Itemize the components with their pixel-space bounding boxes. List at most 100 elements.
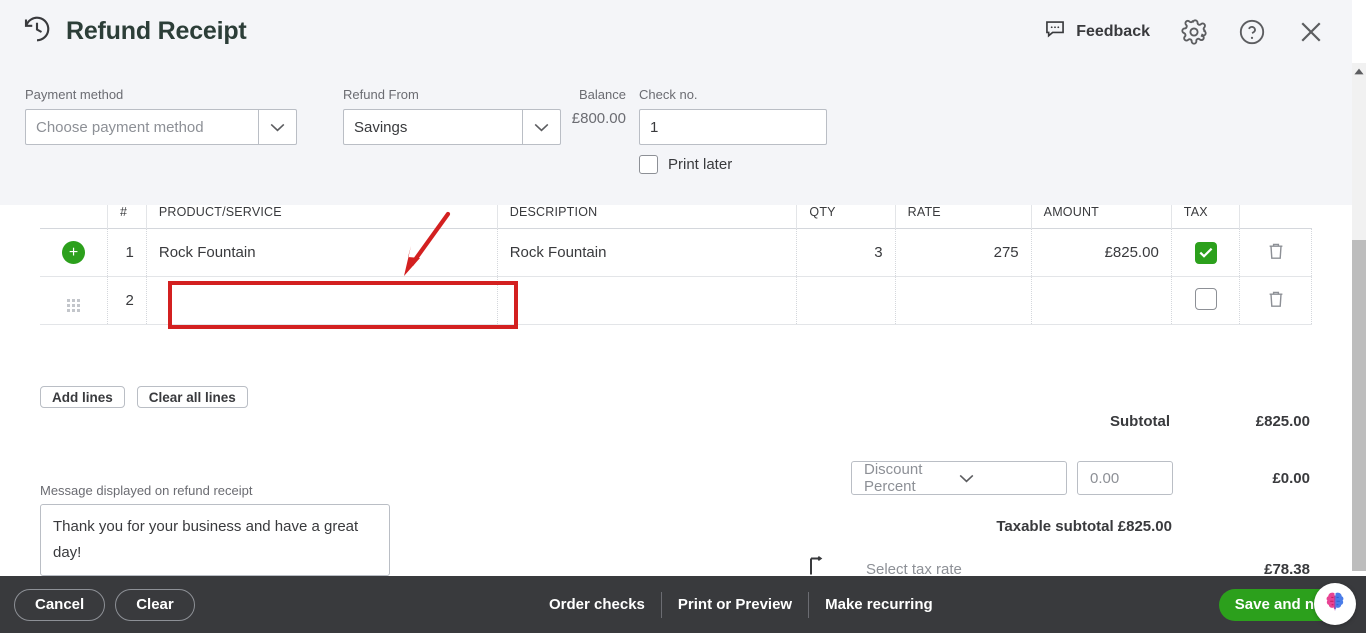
balance-value: £800.00 bbox=[571, 110, 626, 127]
col-rate-header: RATE bbox=[895, 205, 1032, 229]
add-lines-button[interactable]: Add lines bbox=[40, 386, 125, 408]
col-handle-header bbox=[40, 205, 108, 229]
row-number: 2 bbox=[107, 276, 147, 325]
clear-all-lines-button[interactable]: Clear all lines bbox=[136, 386, 248, 408]
line-items-grid: # PRODUCT/SERVICE DESCRIPTION QTY RATE A… bbox=[0, 205, 1352, 325]
row-tax-checkbox[interactable] bbox=[1194, 241, 1217, 264]
feedback-bubble-icon bbox=[1044, 18, 1066, 45]
discount-type-select[interactable]: Discount Percent bbox=[851, 461, 1067, 495]
col-product-service-header: PRODUCT/SERVICE bbox=[146, 205, 498, 229]
print-later-label: Print later bbox=[668, 156, 733, 173]
scrollbar-thumb[interactable] bbox=[1352, 240, 1366, 571]
row-delete-cell bbox=[1239, 228, 1312, 277]
make-recurring-button[interactable]: Make recurring bbox=[809, 596, 949, 613]
row-delete-cell bbox=[1239, 276, 1312, 325]
discount-amount-input[interactable]: 0.00 bbox=[1077, 461, 1173, 495]
row-amount[interactable]: £825.00 bbox=[1031, 228, 1172, 277]
row-drag-cell bbox=[40, 276, 108, 325]
row-product-service[interactable]: Rock Fountain bbox=[146, 228, 498, 277]
payment-method-group: Payment method Choose payment method bbox=[25, 87, 297, 145]
message-textarea[interactable] bbox=[40, 504, 390, 576]
row-description[interactable] bbox=[497, 276, 798, 325]
balance-label: Balance bbox=[579, 87, 626, 102]
balance-group: Balance £800.00 bbox=[566, 87, 626, 127]
trash-icon[interactable] bbox=[1267, 243, 1285, 265]
col-delete-header bbox=[1240, 205, 1312, 229]
ai-assistant-button[interactable] bbox=[1314, 583, 1356, 625]
gear-icon[interactable] bbox=[1180, 18, 1208, 46]
header-actions: Feedback bbox=[1044, 17, 1352, 47]
refund-from-group: Refund From Savings bbox=[343, 87, 561, 145]
print-or-preview-button[interactable]: Print or Preview bbox=[662, 596, 808, 613]
row-rate[interactable] bbox=[895, 276, 1032, 325]
col-amount-header: AMOUNT bbox=[1031, 205, 1172, 229]
help-circle-icon[interactable] bbox=[1238, 18, 1266, 46]
taxable-subtotal: Taxable subtotal £825.00 bbox=[996, 518, 1172, 535]
row-tax-cell bbox=[1171, 228, 1241, 277]
subtotal-row: Subtotal £825.00 bbox=[995, 413, 1310, 430]
refund-receipt-window: Refund Receipt Feedback Payment method C… bbox=[0, 0, 1366, 633]
row-tax-checkbox[interactable] bbox=[1194, 287, 1217, 310]
cancel-button[interactable]: Cancel bbox=[14, 588, 106, 621]
refund-from-select[interactable]: Savings bbox=[343, 109, 561, 145]
scroll-up-arrow-icon[interactable] bbox=[1352, 63, 1366, 79]
row-description[interactable]: Rock Fountain bbox=[497, 228, 798, 277]
payment-method-select[interactable]: Choose payment method bbox=[25, 109, 297, 145]
footer-center-actions: Order checks Print or Preview Make recur… bbox=[533, 591, 949, 618]
history-clock-icon bbox=[22, 14, 52, 49]
close-icon[interactable] bbox=[1296, 17, 1326, 47]
col-description-header: DESCRIPTION bbox=[497, 205, 798, 229]
refund-from-value: Savings bbox=[354, 118, 408, 136]
message-group: Message displayed on refund receipt bbox=[40, 483, 390, 581]
row-product-service[interactable] bbox=[146, 276, 498, 325]
window-header: Refund Receipt Feedback bbox=[0, 0, 1352, 63]
row-rate[interactable]: 275 bbox=[895, 228, 1032, 277]
subtotal-label: Subtotal bbox=[1110, 413, 1170, 430]
line-buttons: Add lines Clear all lines bbox=[40, 386, 248, 408]
message-label: Message displayed on refund receipt bbox=[40, 483, 253, 498]
footer-left-actions: Cancel Clear bbox=[0, 588, 195, 621]
table-row[interactable]: + 1 Rock Fountain Rock Fountain 3 275 £8… bbox=[40, 228, 1312, 277]
drag-handle-icon[interactable] bbox=[67, 299, 80, 312]
clear-button[interactable]: Clear bbox=[115, 588, 195, 621]
refund-from-label: Refund From bbox=[343, 87, 419, 102]
discount-row: Discount Percent 0.00 bbox=[851, 461, 1173, 495]
row-add-cell: + bbox=[40, 228, 108, 277]
row-tax-cell bbox=[1171, 276, 1241, 325]
subtotal-value: £825.00 bbox=[1255, 413, 1310, 430]
col-tax-header: TAX bbox=[1171, 205, 1241, 229]
ai-brain-icon bbox=[1322, 589, 1348, 620]
check-no-group: Check no. 1 Print later bbox=[639, 87, 827, 174]
payment-method-value: Choose payment method bbox=[36, 118, 204, 136]
print-later-checkbox[interactable] bbox=[639, 155, 658, 174]
check-no-label: Check no. bbox=[639, 87, 698, 102]
order-checks-button[interactable]: Order checks bbox=[533, 596, 661, 613]
payment-method-label: Payment method bbox=[25, 87, 124, 102]
feedback-button[interactable]: Feedback bbox=[1044, 18, 1150, 45]
page-title: Refund Receipt bbox=[66, 17, 247, 45]
row-amount[interactable] bbox=[1031, 276, 1172, 325]
header-title-group: Refund Receipt bbox=[0, 14, 247, 49]
discount-amount-value: 0.00 bbox=[1090, 469, 1120, 487]
form-fields-bar: Payment method Choose payment method Ref… bbox=[0, 63, 1352, 205]
print-later-row[interactable]: Print later bbox=[639, 155, 827, 174]
table-row[interactable]: 2 bbox=[40, 276, 1312, 325]
chevron-down-icon[interactable] bbox=[258, 110, 296, 144]
row-qty[interactable] bbox=[796, 276, 896, 325]
add-row-icon[interactable]: + bbox=[62, 241, 85, 264]
footer-toolbar: Cancel Clear Order checks Print or Previ… bbox=[0, 576, 1366, 633]
col-number-header: # bbox=[107, 205, 147, 229]
trash-icon[interactable] bbox=[1267, 291, 1285, 313]
check-no-value: 1 bbox=[650, 118, 659, 136]
row-qty[interactable]: 3 bbox=[796, 228, 896, 277]
chevron-down-icon[interactable] bbox=[959, 470, 1054, 487]
vertical-scrollbar[interactable] bbox=[1352, 63, 1366, 571]
check-no-input[interactable]: 1 bbox=[639, 109, 827, 145]
col-qty-header: QTY bbox=[796, 205, 896, 229]
discount-type-value: Discount Percent bbox=[864, 461, 923, 495]
grid-header-row: # PRODUCT/SERVICE DESCRIPTION QTY RATE A… bbox=[40, 205, 1312, 229]
feedback-label: Feedback bbox=[1076, 22, 1150, 40]
chevron-down-icon[interactable] bbox=[522, 110, 560, 144]
discount-total-value: £0.00 bbox=[1272, 470, 1310, 487]
row-number: 1 bbox=[107, 228, 147, 277]
